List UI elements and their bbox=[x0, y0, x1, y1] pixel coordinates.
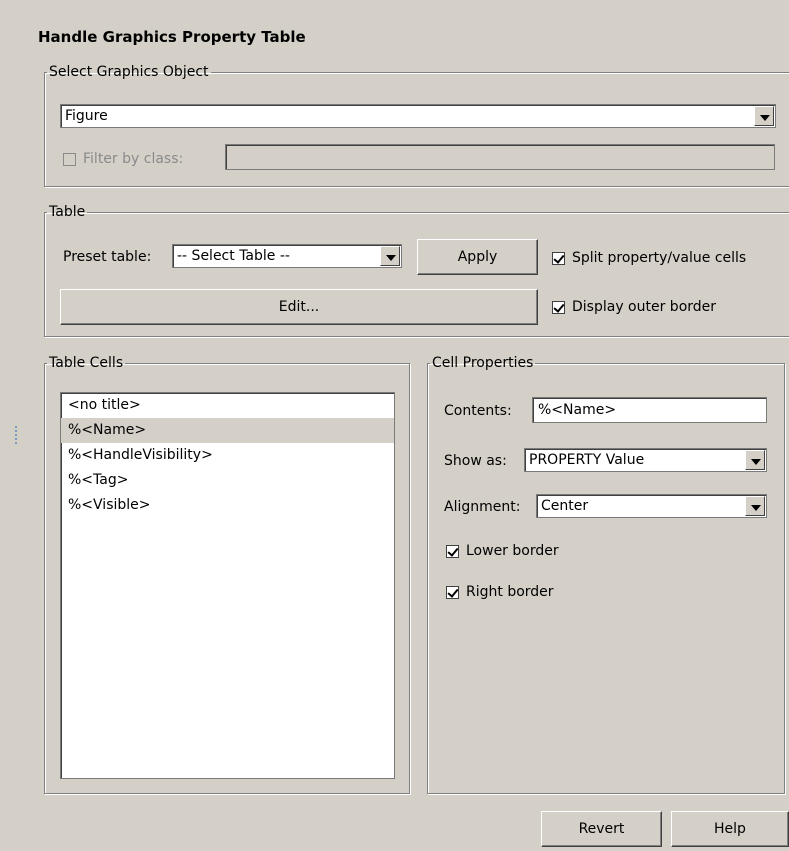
contents-value: %<Name> bbox=[538, 402, 617, 418]
split-cells-label: Split property/value cells bbox=[572, 250, 747, 266]
list-item[interactable]: <no title> bbox=[61, 393, 394, 418]
group-legend: Table bbox=[49, 204, 86, 220]
right-border-checkbox[interactable]: Right border bbox=[446, 584, 554, 600]
revert-button[interactable]: Revert bbox=[541, 811, 662, 847]
show-as-label: Show as: bbox=[444, 453, 507, 469]
graphics-object-dropdown[interactable]: Figure bbox=[60, 104, 776, 128]
split-cells-checkbox[interactable]: Split property/value cells bbox=[552, 250, 746, 266]
checkbox-checked-icon bbox=[446, 585, 459, 599]
dialog-title: Handle Graphics Property Table bbox=[38, 28, 306, 46]
alignment-value: Center bbox=[541, 498, 589, 514]
alignment-dropdown[interactable]: Center bbox=[536, 494, 767, 518]
filter-by-class-label: Filter by class: bbox=[83, 151, 184, 167]
chevron-down-icon[interactable] bbox=[380, 246, 400, 266]
list-item-selected[interactable]: %<Name> bbox=[61, 418, 394, 443]
chevron-down-icon[interactable] bbox=[754, 106, 774, 126]
preset-table-label: Preset table: bbox=[63, 249, 152, 265]
right-border-label: Right border bbox=[466, 584, 554, 600]
outer-border-checkbox[interactable]: Display outer border bbox=[552, 299, 716, 315]
chevron-down-icon[interactable] bbox=[745, 496, 765, 516]
contents-input[interactable]: %<Name> bbox=[532, 397, 767, 423]
checkbox-checked-icon bbox=[446, 544, 459, 558]
lower-border-label: Lower border bbox=[466, 543, 559, 559]
filter-class-input[interactable] bbox=[225, 144, 775, 170]
show-as-dropdown[interactable]: PROPERTY Value bbox=[524, 448, 767, 472]
checkbox-icon bbox=[63, 152, 76, 166]
outer-border-label: Display outer border bbox=[572, 299, 717, 315]
group-legend: Select Graphics Object bbox=[49, 64, 209, 80]
contents-label: Contents: bbox=[444, 403, 512, 419]
preset-table-value: -- Select Table -- bbox=[177, 248, 290, 264]
edit-button[interactable]: Edit... bbox=[60, 289, 538, 325]
alignment-label: Alignment: bbox=[444, 499, 521, 515]
chevron-down-icon[interactable] bbox=[745, 450, 765, 470]
group-legend: Table Cells bbox=[49, 355, 124, 371]
splitter-grip-icon[interactable] bbox=[15, 426, 18, 446]
checkbox-checked-icon bbox=[552, 251, 565, 265]
show-as-value: PROPERTY Value bbox=[529, 452, 645, 468]
list-item[interactable]: %<HandleVisibility> bbox=[61, 443, 394, 468]
list-item[interactable]: %<Tag> bbox=[61, 468, 394, 493]
preset-table-dropdown[interactable]: -- Select Table -- bbox=[172, 244, 402, 268]
graphics-object-value: Figure bbox=[65, 108, 108, 124]
table-cells-list[interactable]: <no title> %<Name> %<HandleVisibility> %… bbox=[60, 392, 395, 779]
checkbox-checked-icon bbox=[552, 300, 565, 314]
apply-button[interactable]: Apply bbox=[417, 239, 538, 275]
list-item[interactable]: %<Visible> bbox=[61, 493, 394, 518]
group-legend: Cell Properties bbox=[432, 355, 534, 371]
filter-by-class-checkbox[interactable]: Filter by class: bbox=[63, 151, 183, 167]
lower-border-checkbox[interactable]: Lower border bbox=[446, 543, 559, 559]
help-button[interactable]: Help bbox=[671, 811, 789, 847]
